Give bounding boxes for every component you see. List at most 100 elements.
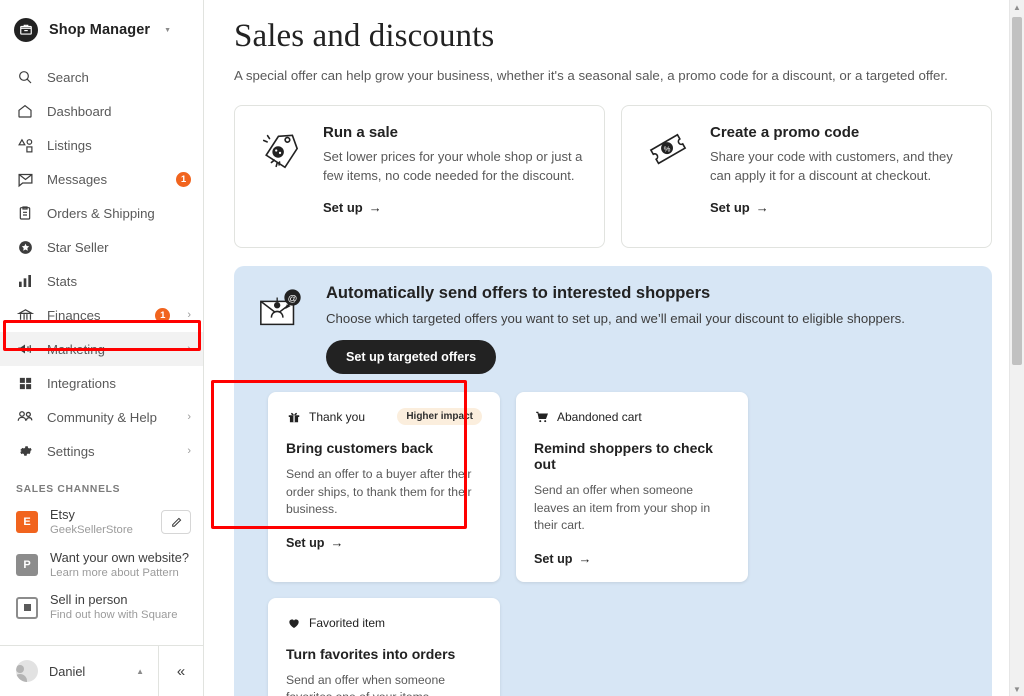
- set-up-label: Set up: [534, 552, 572, 566]
- arrow-right-icon: →: [330, 535, 343, 550]
- offer-card-description: Share your code with customers, and they…: [710, 147, 971, 186]
- caret-down-icon: ▼: [164, 27, 171, 34]
- offer-card-body: Run a sale Set lower prices for your who…: [323, 124, 584, 231]
- page-title: Sales and discounts: [234, 18, 992, 56]
- tile-favorited-item[interactable]: Favorited item Turn favorites into order…: [268, 598, 500, 696]
- set-up-label: Set up: [710, 200, 750, 215]
- sidebar-item-integrations[interactable]: Integrations: [0, 366, 203, 400]
- sales-channel-etsy[interactable]: E Etsy GeekSellerStore: [0, 501, 203, 544]
- square-icon: [16, 597, 38, 619]
- offer-card-title: Run a sale: [323, 124, 584, 141]
- channel-title: Sell in person: [50, 592, 191, 608]
- channel-text: Etsy GeekSellerStore: [50, 507, 149, 538]
- sidebar-item-messages[interactable]: Messages 1: [0, 162, 203, 196]
- people-icon: [16, 408, 34, 426]
- main-content: Sales and discounts A special offer can …: [204, 0, 1024, 696]
- page-subtitle: A special offer can help grow your busin…: [234, 68, 992, 83]
- tile-header: Favorited item: [286, 614, 482, 632]
- sidebar-item-label: Stats: [47, 274, 191, 289]
- channel-title: Etsy: [50, 507, 149, 523]
- sidebar-item-label: Dashboard: [47, 104, 191, 119]
- sidebar-item-finances[interactable]: Finances 1 ›: [0, 298, 203, 332]
- offer-card-promo-code[interactable]: % Create a promo code Share your code wi…: [621, 105, 992, 248]
- collapse-sidebar-button[interactable]: «: [158, 646, 203, 696]
- sidebar-item-orders-shipping[interactable]: Orders & Shipping: [0, 196, 203, 230]
- targeted-offer-tiles: Thank you Higher impact Bring customers …: [256, 392, 970, 696]
- channel-subtitle: Find out how with Square: [50, 608, 191, 623]
- bar-chart-icon: [16, 272, 34, 290]
- sidebar-item-label: Messages: [47, 172, 163, 187]
- chevron-right-icon: ›: [187, 445, 191, 457]
- shop-manager-brand[interactable]: Shop Manager ▼: [0, 8, 203, 52]
- tile-kind-label: Favorited item: [309, 616, 385, 630]
- targeted-offers-header: @ Automatically send offers to intereste…: [256, 284, 970, 374]
- etsy-shop-icon: [14, 18, 38, 42]
- tile-title: Remind shoppers to check out: [534, 440, 730, 472]
- tile-header: Thank you Higher impact: [286, 408, 482, 426]
- price-tag-icon: [255, 124, 307, 231]
- main-scrollbar[interactable]: ▲ ▼: [1009, 0, 1024, 696]
- scroll-down-arrow[interactable]: ▼: [1010, 682, 1024, 696]
- sidebar-item-label: Community & Help: [47, 410, 168, 425]
- set-up-label: Set up: [323, 200, 363, 215]
- offer-card-title: Create a promo code: [710, 124, 971, 141]
- scroll-up-arrow[interactable]: ▲: [1010, 0, 1024, 14]
- targeted-offers-title: Automatically send offers to interested …: [326, 284, 970, 303]
- offer-card-body: Create a promo code Share your code with…: [710, 124, 971, 231]
- sidebar-item-community-help[interactable]: Community & Help ›: [0, 400, 203, 434]
- tile-kind-label: Thank you: [309, 410, 365, 424]
- sidebar-item-label: Orders & Shipping: [47, 206, 191, 221]
- arrow-right-icon: →: [369, 200, 382, 215]
- user-name: Daniel: [49, 664, 125, 679]
- coupon-ticket-icon: %: [642, 124, 694, 231]
- offer-cards-row: Run a sale Set lower prices for your who…: [234, 105, 992, 248]
- chevron-right-icon: ›: [187, 411, 191, 423]
- svg-text:@: @: [288, 293, 298, 304]
- sidebar-nav: Search Dashboard Listings: [0, 60, 203, 468]
- arrow-right-icon: →: [756, 200, 769, 215]
- set-up-link[interactable]: Set up →: [710, 200, 769, 215]
- sidebar-item-marketing[interactable]: Marketing ›: [0, 332, 203, 366]
- scrollbar-thumb[interactable]: [1012, 17, 1022, 365]
- sidebar-item-search[interactable]: Search: [0, 60, 203, 94]
- star-badge-icon: [16, 238, 34, 256]
- tile-kind-label: Abandoned cart: [557, 410, 642, 424]
- pencil-icon[interactable]: [161, 510, 191, 534]
- tile-thank-you[interactable]: Thank you Higher impact Bring customers …: [268, 392, 500, 582]
- sidebar-item-star-seller[interactable]: Star Seller: [0, 230, 203, 264]
- higher-impact-badge: Higher impact: [397, 408, 482, 425]
- sidebar-scroll-area: Shop Manager ▼ Search Dashboard: [0, 0, 203, 645]
- set-up-link[interactable]: Set up →: [534, 551, 591, 566]
- tile-abandoned-cart[interactable]: Abandoned cart Remind shoppers to check …: [516, 392, 748, 582]
- heart-icon: [286, 615, 301, 630]
- user-menu[interactable]: Daniel ▲: [0, 646, 158, 696]
- tile-title: Bring customers back: [286, 440, 482, 456]
- sales-channel-square[interactable]: Sell in person Find out how with Square: [0, 586, 203, 629]
- sidebar: Shop Manager ▼ Search Dashboard: [0, 0, 204, 696]
- set-up-targeted-offers-button[interactable]: Set up targeted offers: [326, 340, 496, 374]
- set-up-label: Set up: [286, 536, 324, 550]
- set-up-link[interactable]: Set up →: [286, 535, 343, 550]
- sidebar-item-dashboard[interactable]: Dashboard: [0, 94, 203, 128]
- channel-title: Want your own website?: [50, 550, 191, 566]
- arrow-right-icon: →: [578, 551, 591, 566]
- avatar-icon: [16, 660, 38, 682]
- brand-name: Shop Manager: [49, 22, 150, 38]
- targeted-offers-text: Automatically send offers to interested …: [326, 284, 970, 374]
- offer-card-run-a-sale[interactable]: Run a sale Set lower prices for your who…: [234, 105, 605, 248]
- offer-card-description: Set lower prices for your whole shop or …: [323, 147, 584, 186]
- app-root: Shop Manager ▼ Search Dashboard: [0, 0, 1024, 696]
- sidebar-item-label: Marketing: [47, 342, 168, 357]
- email-offer-icon: @: [256, 284, 310, 374]
- channel-subtitle: Learn more about Pattern: [50, 566, 191, 581]
- set-up-link[interactable]: Set up →: [323, 200, 382, 215]
- sales-channel-pattern[interactable]: P Want your own website? Learn more abou…: [0, 544, 203, 587]
- chevron-right-icon: ›: [187, 343, 191, 355]
- sidebar-item-settings[interactable]: Settings ›: [0, 434, 203, 468]
- chevron-right-icon: ›: [187, 309, 191, 321]
- search-icon: [16, 68, 34, 86]
- sidebar-footer: Daniel ▲ «: [0, 645, 203, 696]
- sidebar-item-stats[interactable]: Stats: [0, 264, 203, 298]
- main-inner: Sales and discounts A special offer can …: [204, 18, 1024, 696]
- sidebar-item-listings[interactable]: Listings: [0, 128, 203, 162]
